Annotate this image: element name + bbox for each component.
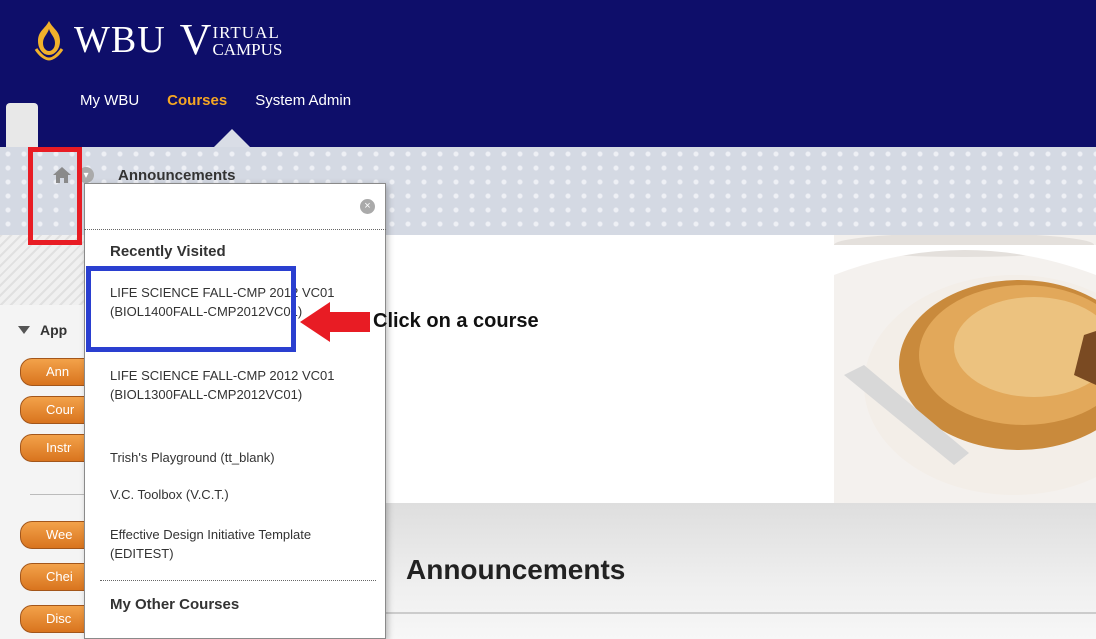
recent-course-item[interactable]: Trish's Playground (tt_blank) [110,448,368,467]
page-title: Announcements [406,554,626,585]
sidebar-heading-label: App [40,322,68,338]
tab-courses[interactable]: Courses [153,92,241,109]
collapse-tab[interactable] [6,103,38,147]
pie-illustration [834,235,1096,495]
clear-search-icon[interactable]: × [360,199,375,214]
menu-divider [100,580,376,581]
content-divider [386,612,1096,614]
sidebar-heading[interactable]: App [18,322,67,338]
tab-system-admin[interactable]: System Admin [241,92,365,109]
flame-logo-icon [34,21,64,61]
highlight-blue-box [86,266,296,352]
logo-wbu-text: WBU [74,19,166,61]
recent-course-item[interactable]: V.C. Toolbox (V.C.T.) [110,485,368,504]
red-arrow-icon [300,302,370,342]
main-nav: My WBU Courses System Admin [66,92,365,109]
annotation-callout: Click on a course [373,310,539,332]
menu-search-input[interactable] [84,183,386,230]
breadcrumb-current: Announcements [118,166,236,184]
main-banner-area [386,235,834,503]
sidebar-pattern [0,235,90,305]
collapse-triangle-icon [18,326,30,334]
my-other-courses-heading[interactable]: My Other Courses [110,596,239,613]
active-tab-pointer [214,129,250,147]
logo-virtual-campus: IRTUAL CAMPUS [212,24,283,59]
logo-campus-text: CAMPUS [212,39,283,59]
banner-image [834,235,1096,503]
recent-course-item[interactable]: Effective Design Initiative Template (ED… [110,525,368,563]
highlight-red-box [28,147,82,245]
recent-course-item[interactable]: LIFE SCIENCE FALL-CMP 2012 VC01 (BIOL130… [110,366,368,404]
wbu-logo[interactable]: WBU V IRTUAL CAMPUS [30,10,282,70]
recently-visited-heading: Recently Visited [110,243,226,260]
logo-v-letter: V [179,15,212,64]
sidebar-divider [30,494,90,495]
tab-my-wbu[interactable]: My WBU [66,92,153,109]
